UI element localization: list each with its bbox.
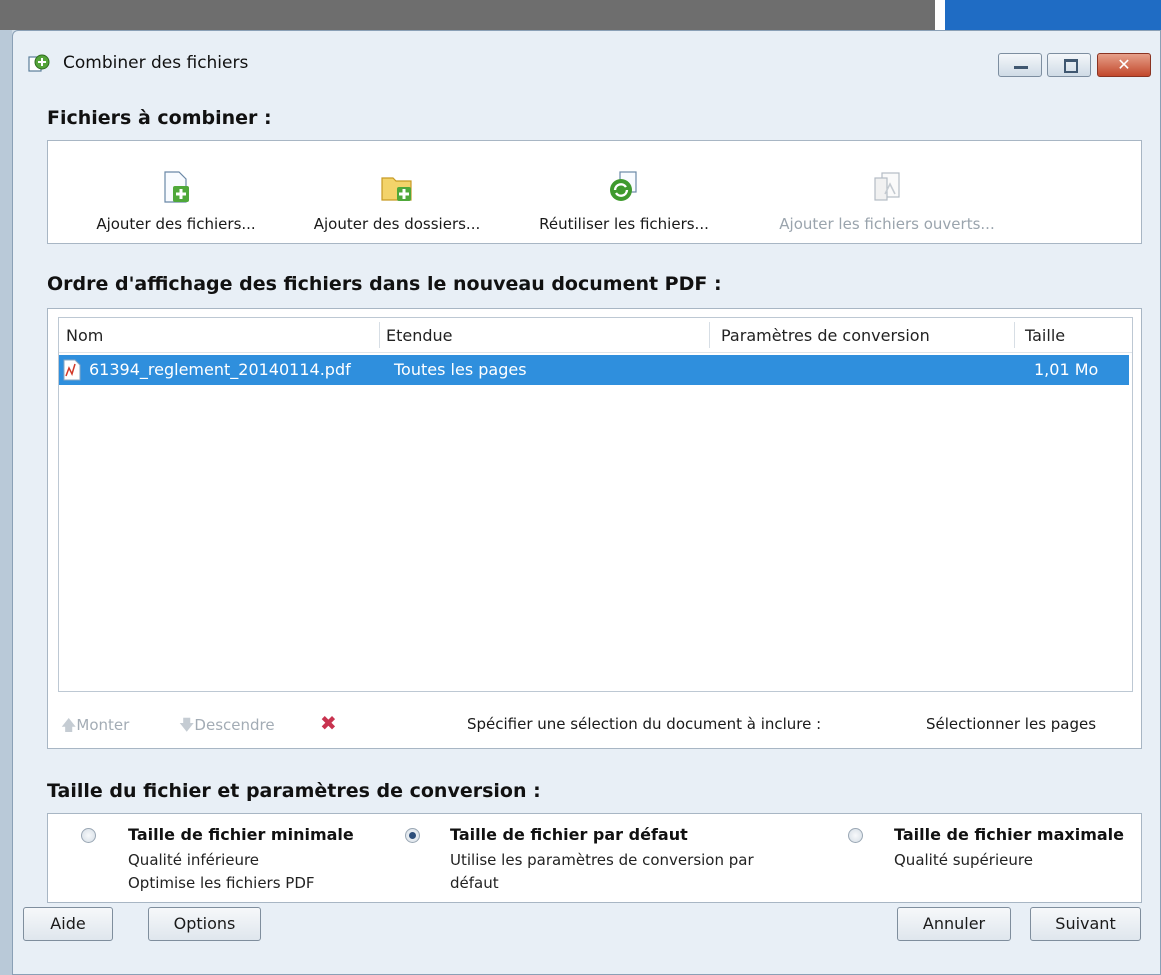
option-min-line1: Qualité inférieure: [128, 851, 260, 869]
option-default-line1: Utilise les paramètres de conversion par: [450, 851, 754, 869]
row-range: Toutes les pages: [394, 360, 527, 379]
column-range[interactable]: Etendue: [386, 326, 453, 345]
column-size[interactable]: Taille: [1025, 326, 1065, 345]
desktop-taskbar-area: [945, 0, 1161, 30]
desktop-left-edge: [0, 30, 12, 975]
add-folders-label: Ajouter des dossiers...: [313, 215, 481, 233]
option-max-line1: Qualité supérieure: [894, 851, 1033, 869]
desktop-gap: [935, 0, 945, 30]
add-files-button[interactable]: Ajouter des fichiers...: [86, 171, 266, 233]
combine-files-icon: [28, 54, 50, 72]
table-row[interactable]: 61394_reglement_20140114.pdf Toutes les …: [59, 355, 1129, 385]
option-max-radio[interactable]: [848, 828, 863, 843]
options-button[interactable]: Options: [148, 907, 261, 941]
move-down-label: Descendre: [194, 716, 275, 734]
row-name: 61394_reglement_20140114.pdf: [89, 360, 351, 379]
arrow-up-icon: 🡅: [61, 716, 77, 734]
add-folders-button[interactable]: Ajouter des dossiers...: [302, 177, 492, 233]
add-file-icon: [164, 171, 189, 203]
conversion-options-panel: Taille de fichier minimale Qualité infér…: [47, 813, 1142, 903]
minimize-button[interactable]: [998, 53, 1042, 77]
open-files-icon: [874, 172, 900, 201]
option-min-title: Taille de fichier minimale: [128, 825, 354, 844]
size-heading: Taille du fichier et paramètres de conve…: [47, 780, 541, 802]
maximize-button[interactable]: [1047, 53, 1091, 77]
column-separator: [1014, 322, 1015, 348]
move-up-button[interactable]: 🡅Monter: [61, 715, 129, 740]
help-button[interactable]: Aide: [23, 907, 113, 941]
option-default-line2: défaut: [450, 874, 499, 892]
window-title: Combiner des fichiers: [63, 53, 249, 73]
next-button[interactable]: Suivant: [1030, 907, 1141, 941]
option-min-line2: Optimise les fichiers PDF: [128, 874, 315, 892]
close-button[interactable]: ✕: [1097, 53, 1151, 77]
reuse-files-button[interactable]: Réutiliser les fichiers...: [524, 171, 724, 233]
select-pages-link[interactable]: Sélectionner les pages: [926, 715, 1096, 733]
table-header: Nom Etendue Paramètres de conversion Tai…: [59, 318, 1132, 353]
remove-icon[interactable]: ✖: [320, 711, 337, 735]
column-conversion[interactable]: Paramètres de conversion: [721, 326, 930, 345]
option-min-radio[interactable]: [81, 828, 96, 843]
option-default-radio[interactable]: [405, 828, 420, 843]
title-bar[interactable]: Combiner des fichiers ✕: [13, 31, 1160, 93]
close-icon: ✕: [1117, 55, 1131, 74]
row-size: 1,01 Mo: [1034, 360, 1099, 379]
add-folder-icon: [381, 177, 412, 201]
combine-files-dialog: Combiner des fichiers ✕ Fichiers à combi…: [12, 30, 1161, 975]
specify-selection-label: Spécifier une sélection du document à in…: [467, 715, 822, 733]
pdf-file-icon: [63, 359, 81, 381]
column-name[interactable]: Nom: [66, 326, 103, 345]
reuse-files-icon: [610, 171, 637, 201]
move-up-label: Monter: [76, 716, 130, 734]
reuse-files-label: Réutiliser les fichiers...: [539, 215, 709, 233]
add-open-files-button[interactable]: Ajouter les fichiers ouverts...: [752, 172, 1022, 233]
option-default-title: Taille de fichier par défaut: [450, 825, 688, 844]
order-heading: Ordre d'affichage des fichiers dans le n…: [47, 273, 722, 295]
column-separator: [379, 322, 380, 348]
files-to-combine-heading: Fichiers à combiner :: [47, 107, 272, 129]
add-open-files-label: Ajouter les fichiers ouverts...: [779, 215, 995, 233]
add-files-label: Ajouter des fichiers...: [96, 215, 256, 233]
arrow-down-icon: 🡇: [179, 716, 195, 734]
add-files-toolbar: Ajouter des fichiers... Ajouter des doss…: [47, 140, 1142, 244]
option-max-title: Taille de fichier maximale: [894, 825, 1125, 844]
column-separator: [709, 322, 710, 348]
move-down-button[interactable]: 🡇Descendre: [179, 715, 275, 740]
cancel-button[interactable]: Annuler: [897, 907, 1011, 941]
